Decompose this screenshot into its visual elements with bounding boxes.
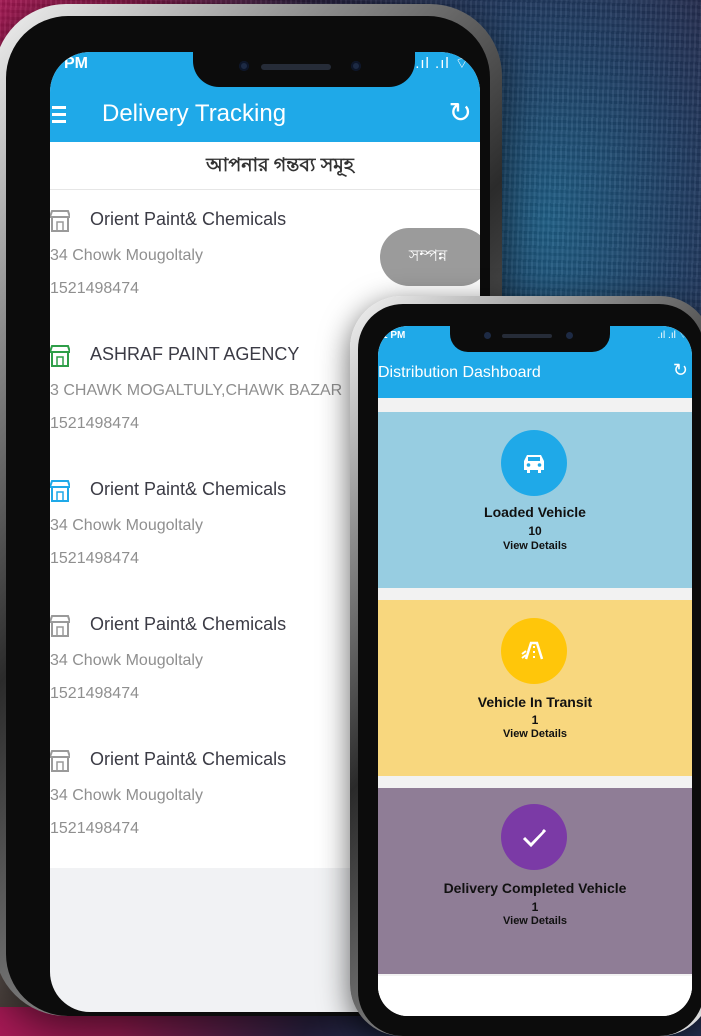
destination-phone: 1521498474: [50, 280, 139, 297]
signal-wifi-icon: .ıl .ıl ⌔: [415, 55, 470, 72]
destination-name: Orient Paint& Chemicals: [90, 614, 287, 634]
road-icon: [501, 618, 567, 684]
view-details-link[interactable]: View Details: [378, 728, 692, 740]
card-count: 1: [531, 713, 539, 727]
view-details-link[interactable]: View Details: [378, 915, 692, 927]
destination-address: 34 Chowk Mougoltaly: [50, 787, 203, 804]
destination-address: 34 Chowk Mougoltaly: [50, 517, 203, 534]
card-label: Loaded Vehicle: [484, 504, 586, 520]
destination-name: ASHRAF PAINT AGENCY: [90, 344, 300, 364]
card-label: Vehicle In Transit: [477, 694, 593, 710]
complete-button[interactable]: সম্পন্ন: [380, 228, 480, 286]
speaker-grille: [502, 334, 552, 338]
destination-name: Orient Paint& Chemicals: [90, 479, 287, 499]
phone-bezel: 1 PM .ıl .ıl ⌔ Distribution Dashboard ↻: [358, 304, 701, 1036]
hamburger-menu-icon[interactable]: [52, 102, 66, 127]
refresh-icon[interactable]: ↻: [673, 360, 688, 381]
destination-name: Orient Paint& Chemicals: [90, 209, 287, 229]
signal-wifi-icon: .ıl .ıl ⌔: [657, 330, 688, 341]
phone-distribution-dashboard: 1 PM .ıl .ıl ⌔ Distribution Dashboard ↻: [350, 296, 701, 1036]
destination-name: Orient Paint& Chemicals: [90, 749, 287, 769]
store-icon: [50, 345, 70, 367]
distribution-dashboard-screen: 1 PM .ıl .ıl ⌔ Distribution Dashboard ↻: [378, 326, 692, 1016]
navigation-bar: [378, 976, 692, 1016]
store-icon: [50, 480, 70, 502]
status-time: PM: [64, 55, 88, 72]
card-label: Delivery Completed Vehicle: [443, 880, 627, 896]
phone-notch: [193, 52, 415, 87]
check-icon: [501, 804, 567, 870]
card-count: 10: [528, 524, 542, 538]
sensor-icon: [351, 61, 361, 71]
phone-notch: [450, 326, 610, 352]
destination-phone: 1521498474: [50, 415, 139, 432]
store-icon: [50, 210, 70, 232]
delivery-completed-card[interactable]: Delivery Completed Vehicle 1 View Detail…: [378, 788, 692, 974]
destination-address: 34 Chowk Mougoltaly: [50, 247, 203, 264]
destination-address: 3 CHAWK MOGALTULY,CHAWK BAZAR: [50, 382, 343, 399]
destination-phone: 1521498474: [50, 820, 139, 837]
refresh-icon[interactable]: ↻: [449, 96, 472, 129]
camera-icon: [239, 61, 249, 71]
vehicle-in-transit-card[interactable]: Vehicle In Transit 1 View Details: [378, 600, 692, 776]
store-icon: [50, 615, 70, 637]
destination-phone: 1521498474: [50, 550, 139, 567]
loaded-vehicle-card[interactable]: Loaded Vehicle 10 View Details: [378, 412, 692, 588]
car-icon: [501, 430, 567, 496]
card-count: 1: [531, 900, 539, 914]
destination-address: 34 Chowk Mougoltaly: [50, 652, 203, 669]
destination-phone: 1521498474: [50, 685, 139, 702]
status-time: 1 PM: [382, 330, 406, 341]
sensor-icon: [566, 332, 573, 339]
destinations-heading: আপনার গন্তব্য সমূহ: [50, 142, 480, 190]
camera-icon: [484, 332, 491, 339]
app-title: Distribution Dashboard: [378, 364, 541, 381]
view-details-link[interactable]: View Details: [378, 540, 692, 552]
app-title: Delivery Tracking: [102, 100, 287, 127]
store-icon: [50, 750, 70, 772]
speaker-grille: [261, 64, 331, 70]
